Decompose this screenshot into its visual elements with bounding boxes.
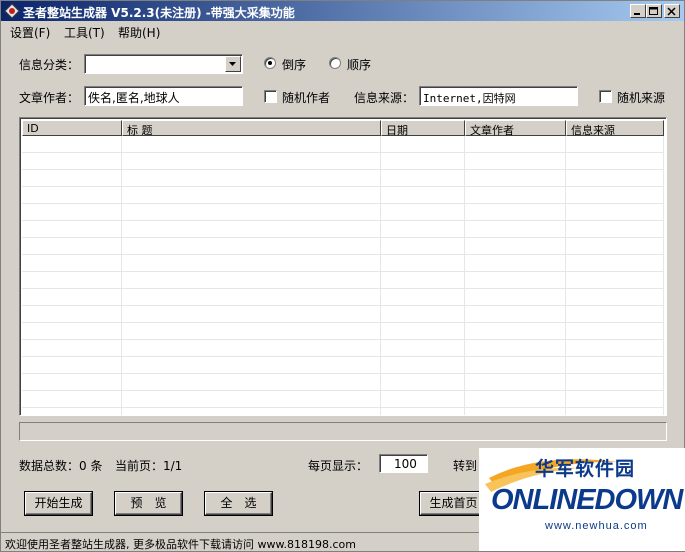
current-page-label: 当前页：1/1 — [115, 459, 183, 473]
preview-button[interactable]: 预 览 — [115, 492, 182, 515]
table-row[interactable] — [22, 391, 664, 408]
category-label: 信息分类： — [19, 58, 80, 72]
table-row[interactable] — [22, 204, 664, 221]
table-row[interactable] — [22, 238, 664, 255]
watermark-cn: 华军软件园 — [535, 458, 636, 480]
close-button[interactable] — [664, 4, 680, 18]
table-row[interactable] — [22, 221, 664, 238]
total-count-label: 数据总数：0 条 — [19, 459, 103, 473]
title-bar[interactable]: 圣者整站生成器 V5.2.3(未注册) -带强大采集功能 — [1, 1, 684, 21]
menu-bar: 设置(F) 工具(T) 帮助(H) — [1, 21, 684, 41]
watermark-url: www.newhua.com — [545, 520, 648, 532]
menu-settings[interactable]: 设置(F) — [10, 24, 50, 41]
order-desc-label: 倒序 — [282, 58, 307, 72]
minimize-icon — [634, 13, 640, 15]
table-row[interactable] — [22, 136, 664, 153]
app-window: 圣者整站生成器 V5.2.3(未注册) -带强大采集功能 设置(F) 工具(T)… — [0, 0, 685, 552]
category-combobox[interactable] — [84, 54, 243, 74]
order-asc-label: 顺序 — [347, 58, 372, 72]
random-author-label: 随机作者 — [282, 91, 331, 105]
app-icon — [4, 3, 20, 19]
table-row[interactable] — [22, 170, 664, 187]
table-row[interactable] — [22, 272, 664, 289]
maximize-icon — [649, 7, 658, 15]
order-asc-radio[interactable] — [329, 57, 341, 69]
source-label: 信息来源： — [354, 91, 415, 105]
status-text: 欢迎使用圣者整站生成器, 更多极品软件下载请访问 www.818198.com — [5, 538, 356, 551]
column-header-author[interactable]: 文章作者 — [465, 120, 566, 137]
column-header-id[interactable]: ID — [22, 120, 122, 136]
chevron-down-icon — [229, 62, 236, 66]
article-list[interactable]: ID 标 题 日期 文章作者 信息来源 — [19, 117, 667, 416]
random-source-checkbox[interactable] — [599, 90, 612, 103]
menu-tools[interactable]: 工具(T) — [64, 24, 105, 41]
per-page-value: 100 — [394, 457, 417, 471]
table-row[interactable] — [22, 187, 664, 204]
author-input[interactable]: 佚名,匿名,地球人 — [84, 86, 243, 106]
table-row[interactable] — [22, 340, 664, 357]
column-header-date[interactable]: 日期 — [381, 120, 465, 137]
generate-home-button[interactable]: 生成首页 — [420, 492, 487, 515]
minimize-button[interactable] — [630, 4, 646, 18]
author-value: 佚名,匿名,地球人 — [88, 91, 180, 105]
table-row[interactable] — [22, 323, 664, 340]
author-label: 文章作者： — [19, 91, 80, 105]
column-header-title[interactable]: 标 题 — [122, 120, 381, 137]
source-input[interactable]: Internet,因特网 — [419, 86, 578, 106]
window-title: 圣者整站生成器 V5.2.3(未注册) -带强大采集功能 — [23, 6, 295, 20]
random-author-checkbox[interactable] — [264, 90, 277, 103]
goto-label: 转到 — [453, 459, 478, 473]
random-source-label: 随机来源 — [617, 91, 666, 105]
close-icon — [667, 7, 676, 16]
table-row[interactable] — [22, 289, 664, 306]
column-header-source[interactable]: 信息来源 — [566, 120, 664, 137]
table-row[interactable] — [22, 153, 664, 170]
select-all-button[interactable]: 全 选 — [205, 492, 272, 515]
maximize-button[interactable] — [646, 4, 662, 18]
table-row[interactable] — [22, 357, 664, 374]
order-desc-radio[interactable] — [264, 57, 276, 69]
start-generate-button[interactable]: 开始生成 — [25, 492, 92, 515]
table-row[interactable] — [22, 306, 664, 323]
table-row[interactable] — [22, 374, 664, 391]
watermark-logo: 华军软件园 ONLINEDOWN www.newhua.com — [479, 448, 685, 551]
source-value: Internet,因特网 — [423, 92, 516, 105]
menu-help[interactable]: 帮助(H) — [118, 24, 160, 41]
progress-bar — [19, 422, 667, 441]
table-row[interactable] — [22, 255, 664, 272]
per-page-input[interactable]: 100 — [379, 454, 428, 473]
category-dropdown-button[interactable] — [225, 56, 241, 72]
radio-selected-dot — [268, 61, 272, 65]
watermark-logo-text: ONLINEDOWN — [491, 484, 683, 516]
per-page-label: 每页显示： — [308, 459, 369, 473]
